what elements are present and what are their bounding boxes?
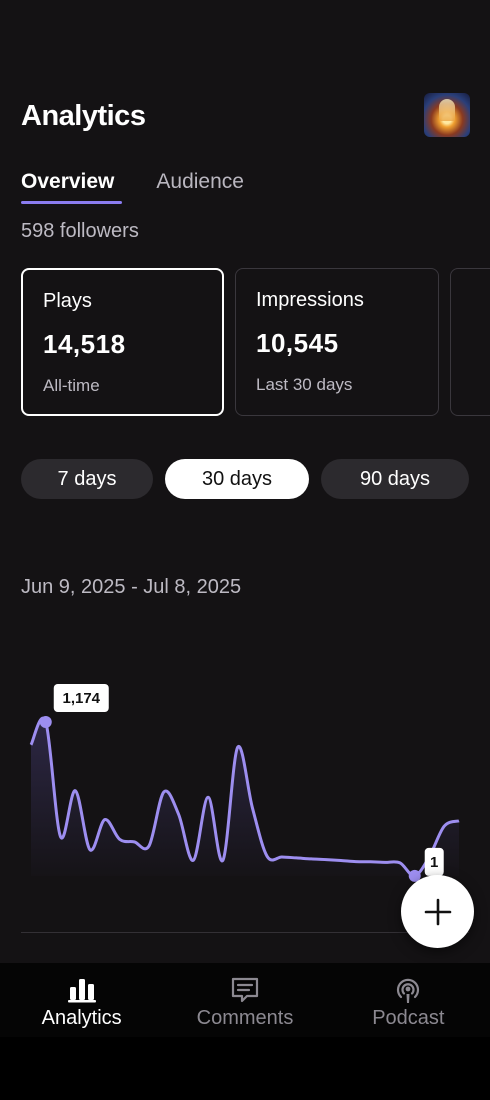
stat-card-label: Plays xyxy=(43,290,92,312)
range-30-days[interactable]: 30 days xyxy=(165,459,309,499)
add-button[interactable] xyxy=(401,875,474,948)
tab-overview[interactable]: Overview xyxy=(21,170,114,194)
active-tab-indicator xyxy=(21,201,122,204)
chart-min-label: 1 xyxy=(430,854,438,871)
date-range-label: Jun 9, 2025 - Jul 8, 2025 xyxy=(21,576,242,598)
stat-card-value: 14,518 xyxy=(43,329,126,359)
bar-chart-icon xyxy=(67,979,96,1003)
stat-card-subtitle: All-time xyxy=(43,376,100,395)
chart-peak-point[interactable] xyxy=(39,716,52,728)
chart-baseline xyxy=(21,932,469,933)
nav-label: Podcast xyxy=(372,1007,445,1029)
nav-label: Analytics xyxy=(41,1007,122,1029)
stat-card-value: 10,545 xyxy=(256,328,339,358)
screen-bottom-area xyxy=(0,1037,490,1100)
tab-audience[interactable]: Audience xyxy=(156,170,244,194)
nav-analytics[interactable]: Analytics xyxy=(0,963,163,1037)
chart-area-fill xyxy=(31,718,459,876)
stat-card-partial[interactable] xyxy=(450,268,490,416)
nav-comments[interactable]: Comments xyxy=(163,963,326,1037)
range-7-days[interactable]: 7 days xyxy=(21,459,153,499)
stat-card-plays[interactable]: Plays 14,518 All-time xyxy=(21,268,224,416)
podcast-cover-image[interactable] xyxy=(424,93,470,137)
bottom-navigation: Analytics Comments Podcast xyxy=(0,963,490,1037)
range-90-days[interactable]: 90 days xyxy=(321,459,469,499)
stat-card-subtitle: Last 30 days xyxy=(256,375,353,394)
podcast-icon xyxy=(397,978,420,1003)
comment-icon xyxy=(231,977,259,1003)
chart-peak-label: 1,174 xyxy=(62,690,100,707)
analytics-screen: Analytics Overview Audience 598 follower… xyxy=(0,0,490,1037)
stat-card-impressions[interactable]: Impressions 10,545 Last 30 days xyxy=(235,268,439,416)
nav-podcast[interactable]: Podcast xyxy=(327,963,490,1037)
tab-bar: Overview Audience xyxy=(21,170,244,194)
stat-card-label: Impressions xyxy=(256,289,364,311)
plus-icon xyxy=(424,898,451,925)
followers-count: 598 followers xyxy=(21,220,139,242)
nav-label: Comments xyxy=(196,1007,294,1029)
page-title: Analytics xyxy=(21,100,146,132)
